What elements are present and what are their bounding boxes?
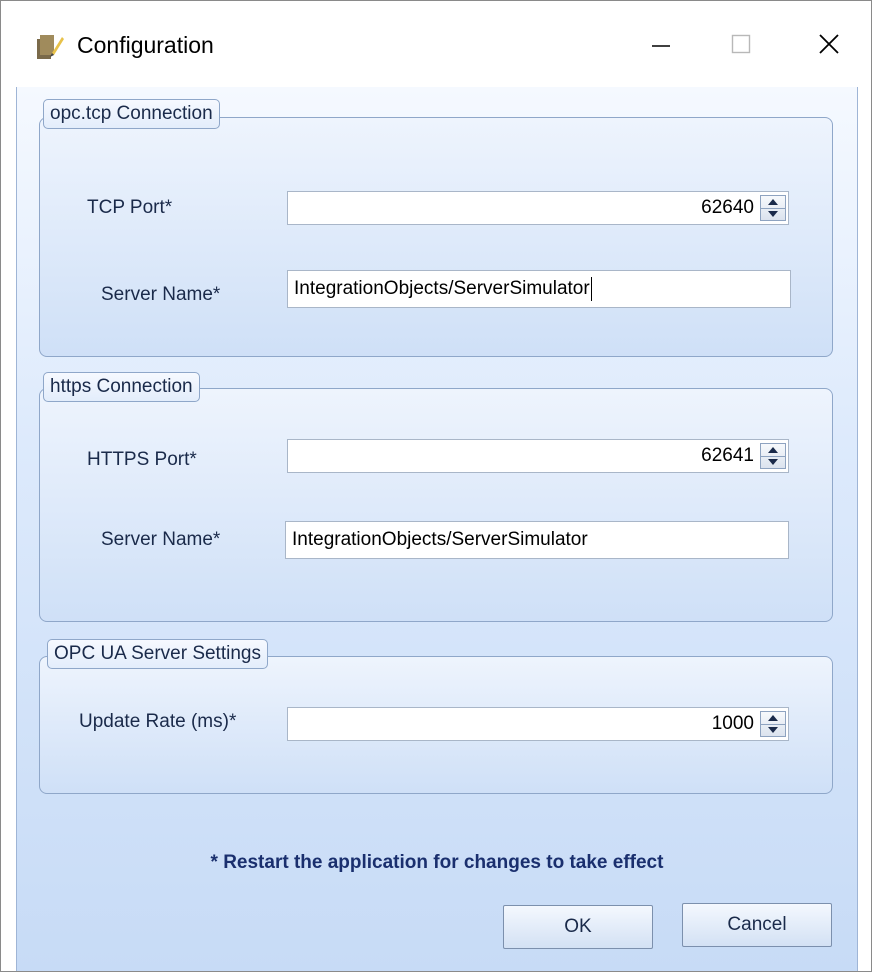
opcua-settings-group-title: OPC UA Server Settings	[47, 639, 268, 669]
opc-tcp-group-title: opc.tcp Connection	[43, 99, 220, 129]
config-app-icon	[34, 31, 66, 63]
tcp-server-name-input[interactable]: IntegrationObjects/ServerSimulator	[287, 270, 791, 308]
cancel-button[interactable]: Cancel	[682, 903, 832, 947]
update-rate-stepper[interactable]	[760, 711, 786, 737]
update-rate-label: Update Rate (ms)*	[79, 711, 237, 732]
title-bar[interactable]: Configuration	[1, 1, 871, 87]
minimize-button[interactable]	[621, 1, 701, 87]
https-group	[39, 388, 833, 622]
https-server-name-input[interactable]: IntegrationObjects/ServerSimulator	[285, 521, 789, 559]
minimize-icon	[652, 45, 670, 47]
spin-down-icon[interactable]	[761, 456, 785, 468]
close-button[interactable]	[789, 1, 869, 87]
opc-tcp-group	[39, 117, 833, 357]
tcp-port-label: TCP Port*	[87, 197, 173, 218]
update-rate-input[interactable]: 1000	[287, 707, 789, 741]
client-area: opc.tcp Connection TCP Port* 62640 Serve…	[16, 87, 858, 971]
spin-down-icon[interactable]	[761, 724, 785, 736]
close-icon	[819, 34, 839, 54]
https-server-name-label: Server Name*	[101, 529, 221, 550]
maximize-icon	[731, 34, 751, 54]
maximize-button[interactable]	[701, 1, 781, 87]
window-title: Configuration	[77, 32, 214, 58]
https-group-title: https Connection	[43, 372, 200, 402]
https-port-stepper[interactable]	[760, 443, 786, 469]
tcp-server-name-label: Server Name*	[101, 284, 221, 305]
https-port-label: HTTPS Port*	[87, 449, 197, 470]
tcp-port-stepper[interactable]	[760, 195, 786, 221]
spin-down-icon[interactable]	[761, 208, 785, 220]
tcp-port-input[interactable]: 62640	[287, 191, 789, 225]
https-port-input[interactable]: 62641	[287, 439, 789, 473]
restart-note: * Restart the application for changes to…	[210, 852, 664, 873]
ok-button[interactable]: OK	[503, 905, 653, 949]
text-caret	[590, 276, 592, 301]
configuration-window: Configuration opc.tcp Connection TCP Por…	[0, 0, 872, 972]
